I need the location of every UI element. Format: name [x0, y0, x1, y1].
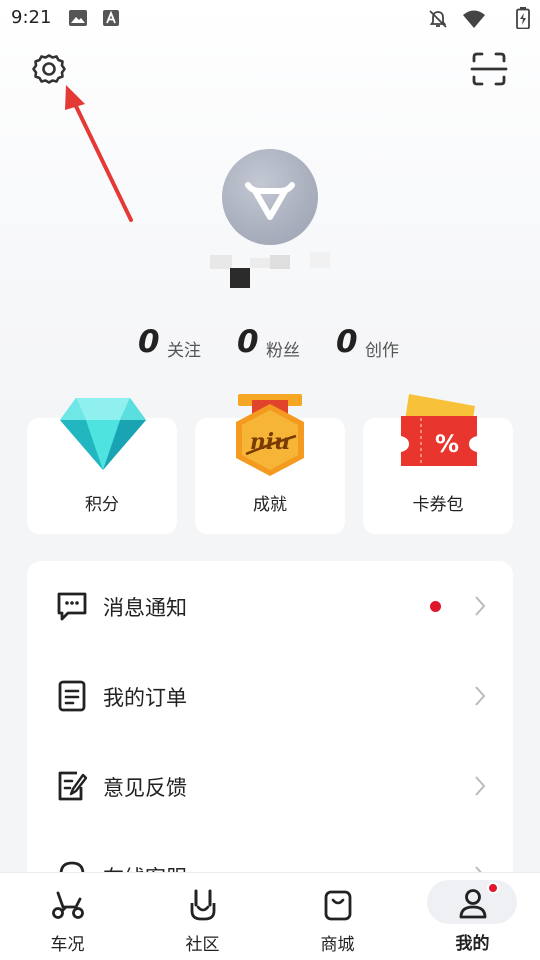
menu-item-feedback[interactable]: 意见反馈: [27, 741, 513, 831]
tab-vehicle[interactable]: 车况: [0, 873, 135, 960]
chevron-right-icon: [475, 686, 486, 706]
card-label: 成就: [253, 495, 287, 515]
nav-label: 社区: [185, 935, 220, 955]
nav-label: 车况: [50, 935, 85, 955]
card-label: 卡券包: [412, 495, 464, 515]
stat-followers[interactable]: 0 粉丝: [237, 320, 317, 370]
stat-following[interactable]: 0 关注: [138, 320, 218, 370]
card-label: 积分: [85, 495, 119, 515]
coupon-text: %: [435, 430, 459, 458]
chevron-right-icon: [475, 776, 486, 796]
coupon-icon: %: [401, 394, 477, 466]
rock-hand-icon: [190, 889, 215, 921]
annotation-arrow: [65, 85, 133, 222]
image-icon: [68, 9, 88, 31]
font-icon: [102, 9, 120, 31]
stat-value: 0: [237, 324, 259, 360]
scooter-icon: [51, 891, 84, 919]
status-bar: 9:21: [0, 0, 540, 36]
stat-creations[interactable]: 0 创作: [336, 320, 416, 370]
nav-label: 商城: [320, 935, 355, 955]
tab-community[interactable]: 社区: [135, 873, 270, 960]
notification-badge: [487, 882, 499, 894]
menu-item-orders[interactable]: 我的订单: [27, 651, 513, 741]
niu-bull-logo-icon: [245, 182, 295, 220]
stats-row: 0 关注 0 粉丝 0 创作: [0, 320, 540, 370]
scan-button[interactable]: [468, 48, 510, 90]
order-list-icon: [58, 680, 86, 712]
menu-item-notifications[interactable]: 消息通知: [27, 561, 513, 651]
battery-charging-icon: [516, 7, 530, 33]
username-redacted: [205, 250, 335, 292]
niu-medal-icon: niu: [236, 394, 304, 476]
diamond-icon: [60, 398, 146, 470]
menu-list: 消息通知 我的订单 意见反馈 在线客服: [27, 561, 513, 891]
chevron-right-icon: [475, 596, 486, 616]
stat-label: 粉丝: [266, 341, 300, 361]
menu-label: 意见反馈: [103, 776, 187, 800]
tab-mall[interactable]: 商城: [270, 873, 405, 960]
stat-label: 创作: [365, 341, 399, 361]
stat-value: 0: [336, 324, 358, 360]
scan-icon: [470, 52, 508, 86]
menu-label: 我的订单: [103, 686, 187, 710]
tab-mine[interactable]: 我的: [405, 872, 540, 960]
wifi-icon: [462, 9, 486, 33]
nav-label: 我的: [455, 934, 490, 954]
notifications-off-icon: [428, 9, 448, 33]
menu-label: 消息通知: [103, 596, 187, 620]
shopping-bag-icon: [324, 890, 351, 921]
message-icon: [57, 592, 87, 621]
unread-dot: [430, 601, 441, 612]
avatar[interactable]: [222, 149, 318, 245]
person-icon: [459, 889, 486, 919]
status-time: 9:21: [11, 7, 52, 28]
stat-value: 0: [138, 324, 160, 360]
feedback-edit-icon: [58, 771, 88, 801]
stat-label: 关注: [167, 341, 201, 361]
